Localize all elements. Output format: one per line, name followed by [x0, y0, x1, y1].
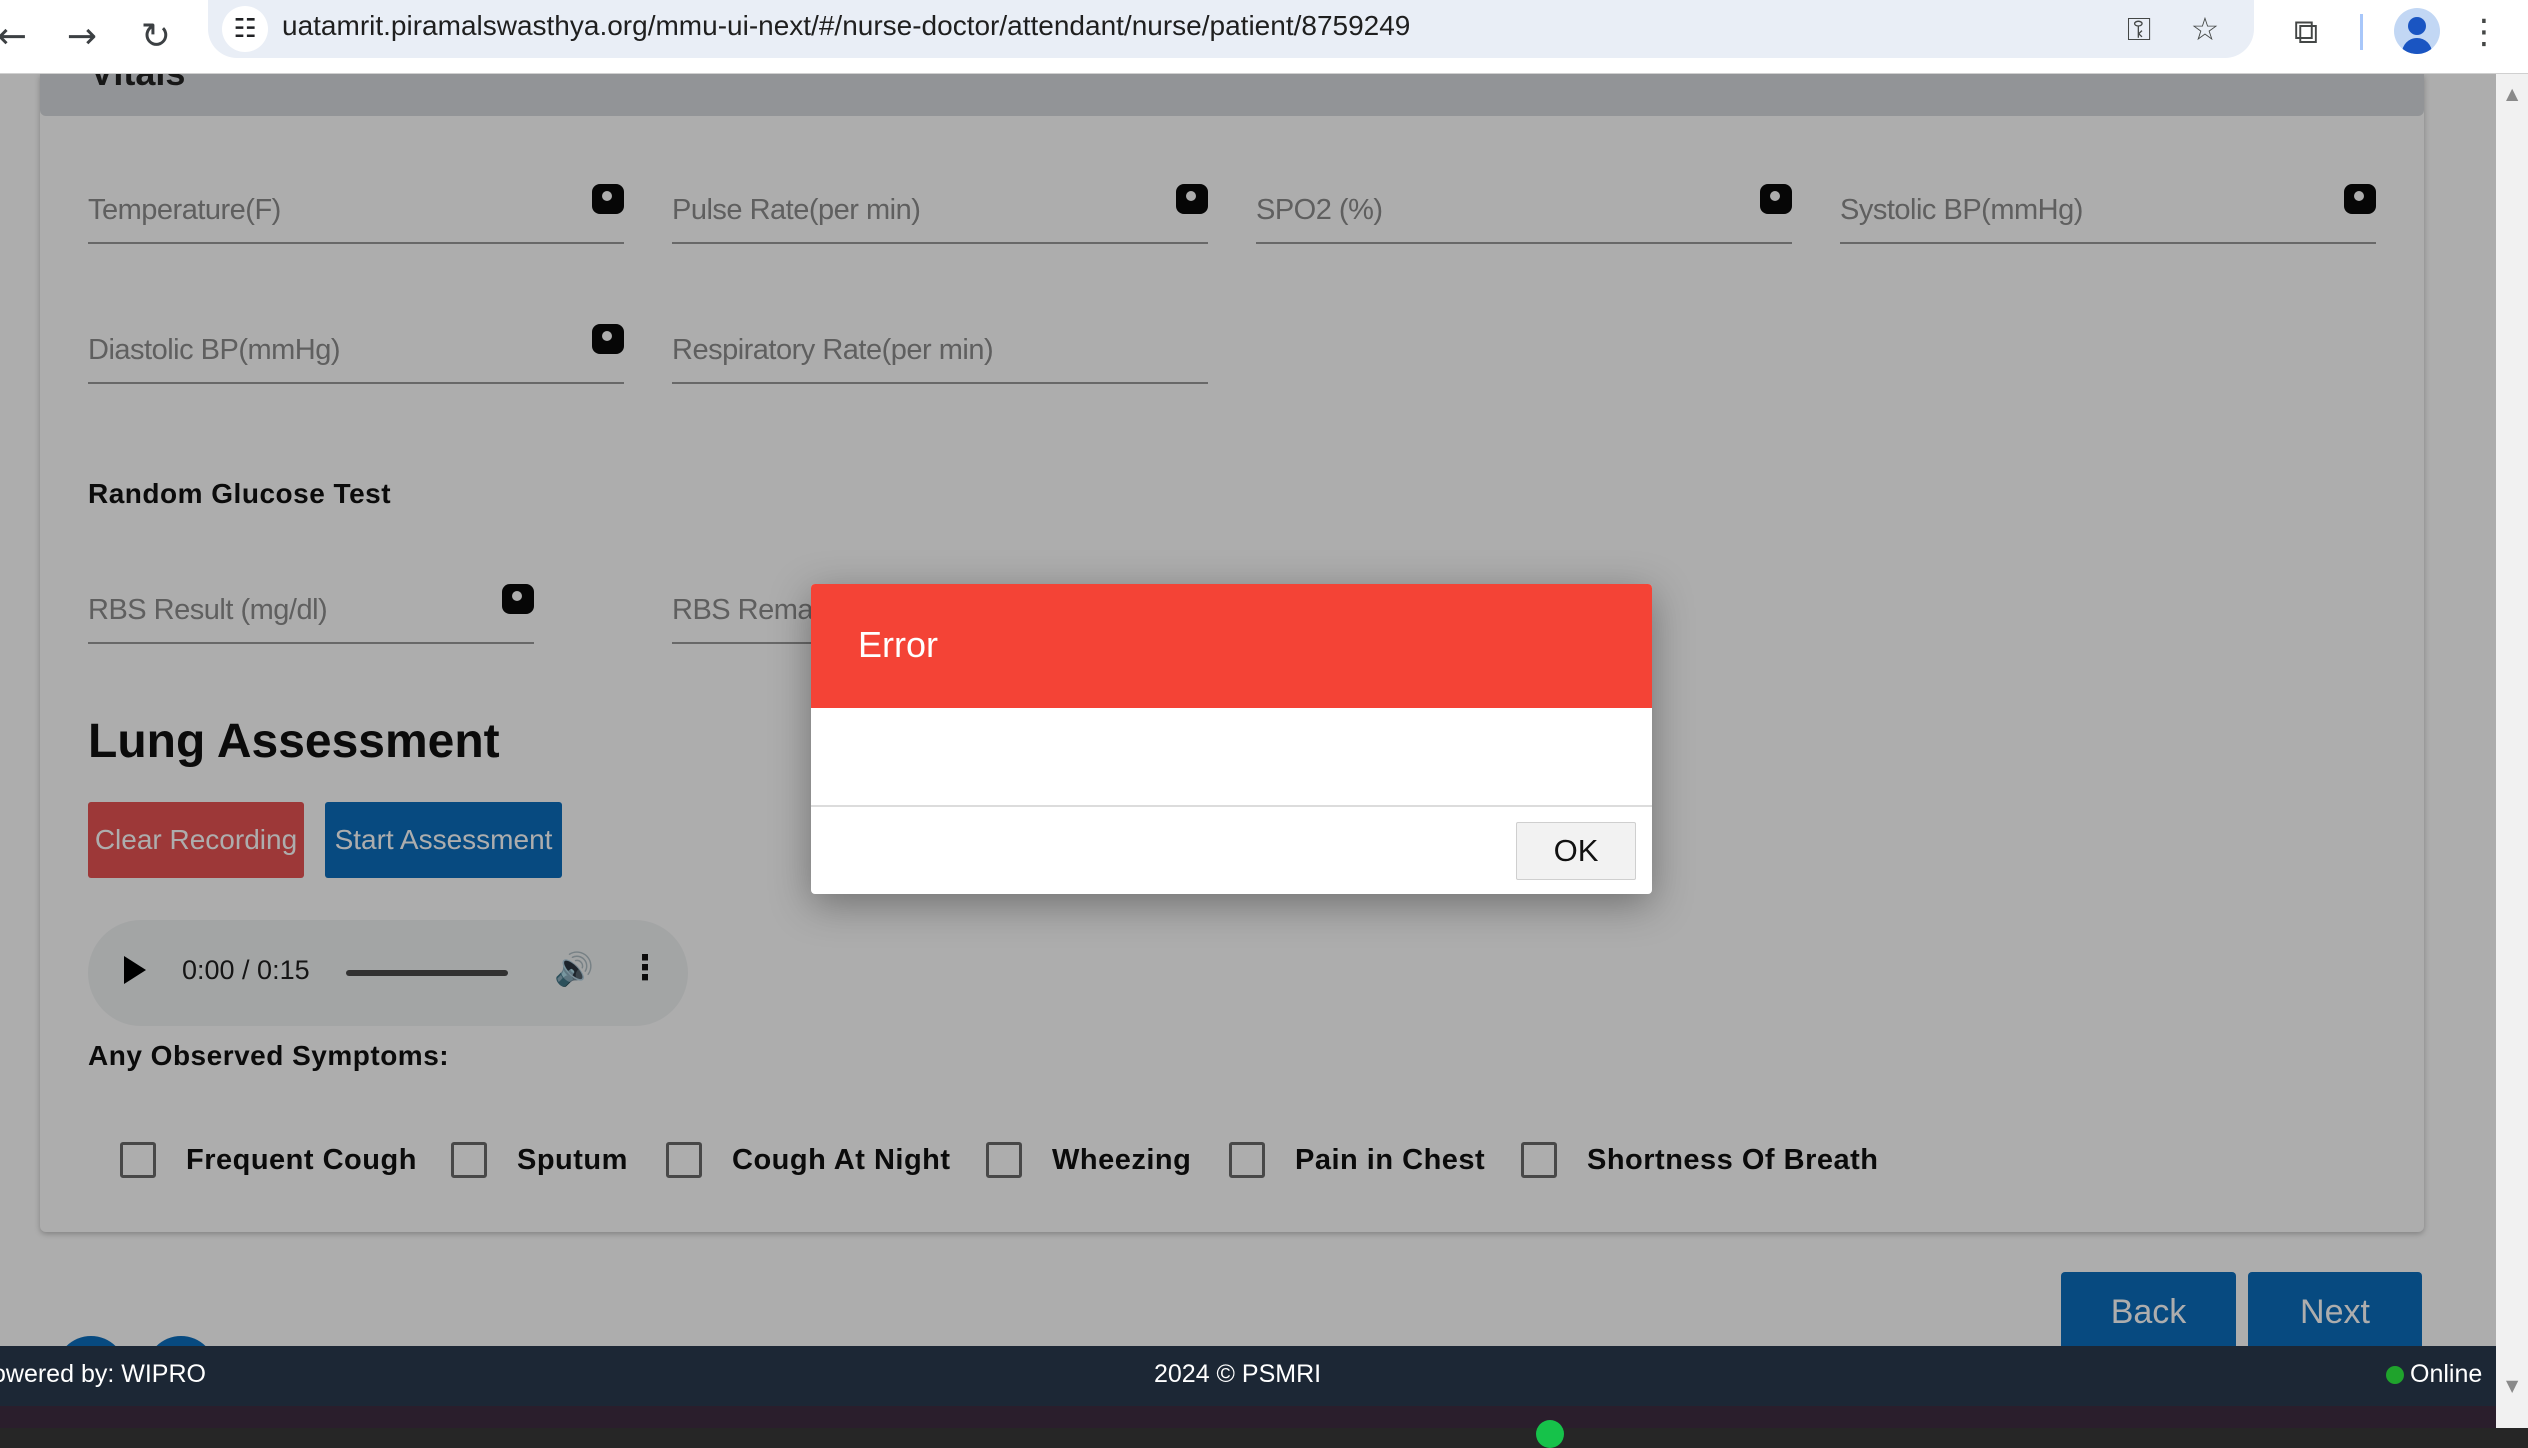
toolbar-separator: [2360, 14, 2363, 50]
bookmark-star-icon[interactable]: ☆: [2182, 6, 2228, 52]
extensions-icon[interactable]: ⧉: [2282, 8, 2330, 56]
password-key-icon[interactable]: ⚿: [2116, 6, 2162, 52]
dialog-divider: [811, 805, 1652, 807]
powered-by-text: owered by: WIPRO: [0, 1360, 206, 1388]
site-info-icon[interactable]: ☷: [222, 6, 268, 52]
url-text[interactable]: uatamrit.piramalswasthya.org/mmu-ui-next…: [282, 10, 1410, 42]
online-status-text: Online: [2410, 1360, 2483, 1388]
browser-menu-icon[interactable]: ⋮: [2460, 8, 2508, 56]
profile-avatar-icon[interactable]: [2394, 8, 2440, 54]
forward-arrow-icon[interactable]: →: [56, 10, 108, 62]
ok-button[interactable]: OK: [1516, 822, 1636, 880]
scroll-down-icon[interactable]: ▼: [2506, 1376, 2518, 1395]
online-status-dot-icon: [2386, 1366, 2404, 1384]
taskbar-indicator-icon: [1536, 1420, 1564, 1448]
reload-icon[interactable]: ↻: [130, 10, 182, 62]
copyright-text: 2024 © PSMRI: [1154, 1360, 1322, 1388]
page-scrollbar[interactable]: ▲ ▼: [2496, 74, 2528, 1428]
scroll-up-icon[interactable]: ▲: [2506, 84, 2518, 103]
taskbar-strip: [0, 1406, 2496, 1448]
error-dialog-title: Error: [858, 624, 938, 665]
browser-toolbar: ← → ↻ ☷ uatamrit.piramalswasthya.org/mmu…: [0, 0, 2528, 74]
error-dialog-header: Error: [811, 584, 1652, 708]
error-dialog: Error OK: [811, 584, 1652, 894]
address-bar[interactable]: ☷ uatamrit.piramalswasthya.org/mmu-ui-ne…: [208, 0, 2254, 58]
back-arrow-icon[interactable]: ←: [0, 10, 38, 62]
app-footer: owered by: WIPRO 2024 © PSMRI Online: [0, 1346, 2496, 1406]
